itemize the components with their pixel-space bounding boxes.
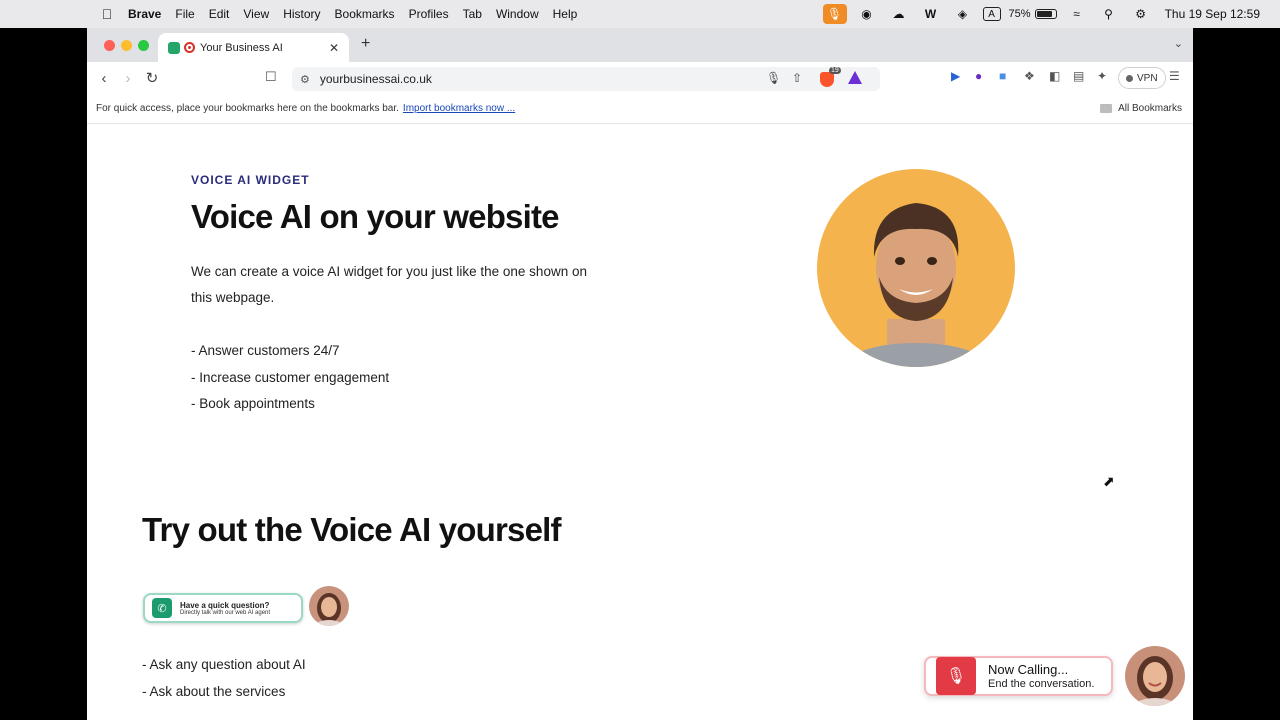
tab-bar: Your Business AI ✕ + ⌄ (87, 28, 1193, 62)
browser-window: Your Business AI ✕ + ⌄ ‹ › ↻ ☐ ⚙ yourbus… (87, 28, 1193, 720)
now-calling-panel[interactable]: 🎙 Now Calling... End the conversation. (924, 656, 1113, 696)
menu-tab[interactable]: Tab (463, 7, 482, 21)
female-agent-avatar[interactable] (309, 586, 349, 626)
extension-purple-icon[interactable]: ● (975, 69, 982, 83)
shield-count-badge: 19 (829, 67, 841, 74)
address-bar[interactable]: ⚙ yourbusinessai.co.uk 🎙 ⇧ 19 (292, 67, 880, 91)
list-item: - Increase customer engagement (191, 369, 390, 385)
benefits-list: - Answer customers 24/7 - Increase custo… (191, 338, 389, 418)
list-item: - Answer customers 24/7 (191, 343, 340, 358)
reload-icon[interactable]: ↻ (140, 69, 164, 87)
list-item: - Ask about the services (142, 683, 286, 699)
section-title: Try out the Voice AI yourself (142, 511, 562, 548)
forward-icon[interactable]: › (116, 70, 140, 87)
minimize-window-button[interactable] (121, 39, 132, 51)
intro-paragraph: We can create a voice AI widget for you … (191, 264, 587, 305)
microphone-icon[interactable]: 🎙 (822, 4, 847, 24)
menu-edit[interactable]: Edit (209, 7, 230, 21)
widget-text: Have a quick question? Directly talk wit… (180, 601, 270, 616)
battery-icon[interactable] (1034, 9, 1057, 19)
record-icon[interactable]: ◉ (855, 4, 879, 24)
menu-file[interactable]: File (175, 7, 194, 21)
menu-window[interactable]: Window (496, 7, 539, 21)
menu-hamburger-icon[interactable]: ☰ (1169, 69, 1180, 83)
menu-help[interactable]: Help (553, 7, 578, 21)
w-app-icon[interactable]: W (919, 4, 943, 24)
list-item: - Book appointments (191, 396, 315, 411)
vpn-button[interactable]: VPN (1118, 67, 1166, 89)
leo-ai-icon[interactable]: ✦ (1097, 69, 1107, 83)
window-controls (104, 39, 155, 51)
all-bookmarks-button[interactable]: All Bookmarks (1100, 103, 1182, 114)
input-source-icon[interactable]: A (982, 7, 1001, 21)
import-bookmarks-link[interactable]: Import bookmarks now ... (403, 103, 515, 114)
control-center-icon[interactable]: ⚙ (1129, 4, 1153, 24)
menu-history[interactable]: History (283, 7, 320, 21)
tab-title: Your Business AI (200, 41, 283, 54)
section-eyebrow: VOICE AI WIDGET (191, 173, 310, 187)
list-item: - Ask any question about AI (142, 657, 306, 672)
bookmarks-bar: For quick access, place your bookmarks h… (87, 94, 1193, 124)
end-conversation-label[interactable]: End the conversation. (988, 678, 1094, 690)
vpn-status-icon (1126, 74, 1133, 82)
extension-blue-icon[interactable]: ■ (999, 69, 1006, 83)
calling-title: Now Calling... (988, 662, 1069, 677)
all-bookmarks-label: All Bookmarks (1118, 103, 1182, 114)
brave-rewards-icon[interactable] (848, 71, 862, 84)
browser-toolbar: ‹ › ↻ ☐ ⚙ yourbusinessai.co.uk 🎙 ⇧ 19 ▶ … (87, 62, 1193, 94)
mic-off-icon[interactable]: 🎙 (936, 657, 976, 695)
menu-bookmarks[interactable]: Bookmarks (335, 7, 395, 21)
recording-indicator-icon (184, 42, 195, 53)
spotlight-search-icon[interactable]: ⚲ (1097, 4, 1121, 24)
page-title: Voice AI on your website (191, 198, 560, 235)
whatsapp-favicon-icon (168, 41, 180, 54)
whatsapp-icon: ✆ (152, 598, 172, 618)
menu-brave[interactable]: Brave (128, 7, 161, 21)
calling-text: Now Calling... End the conversation. (988, 662, 1094, 690)
web-page: VOICE AI WIDGET Voice AI on your website… (87, 124, 1193, 720)
cursor-extension-icon[interactable]: ▶ (951, 69, 960, 83)
wallet-icon[interactable]: ▤ (1073, 69, 1084, 83)
back-icon[interactable]: ‹ (92, 70, 116, 87)
bookmarks-bar-message: For quick access, place your bookmarks h… (96, 103, 399, 114)
tab-list-chevron-icon[interactable]: ⌄ (1174, 37, 1183, 50)
url-text[interactable]: yourbusinessai.co.uk (320, 72, 432, 86)
mouse-pointer-icon: ⬈ (1103, 473, 1115, 489)
menu-clock[interactable]: Thu 19 Sep 12:59 (1165, 7, 1260, 21)
try-list: - Ask any question about AI - Ask about … (142, 652, 306, 705)
zoom-window-button[interactable] (138, 39, 149, 51)
male-avatar-illustration (817, 169, 1015, 367)
airplay-icon[interactable]: ◈ (951, 4, 975, 24)
menu-profiles[interactable]: Profiles (409, 7, 449, 21)
cloud-sync-icon[interactable]: ☁ (887, 4, 911, 24)
bookmark-icon[interactable]: ☐ (265, 69, 277, 85)
share-icon[interactable]: ⇧ (792, 71, 802, 85)
active-tab[interactable]: Your Business AI ✕ (158, 33, 349, 62)
call-agent-avatar[interactable] (1125, 646, 1185, 706)
battery-percent: 75% (1008, 8, 1031, 20)
site-settings-icon[interactable]: ⚙ (300, 73, 310, 86)
status-area: 🎙 ◉ ☁ W ◈ A 75% ≈ ⚲ ⚙ Thu 19 Sep 12:59 (815, 0, 1280, 28)
menu-view[interactable]: View (243, 7, 269, 21)
wifi-icon[interactable]: ≈ (1065, 4, 1089, 24)
new-tab-icon[interactable]: + (361, 35, 370, 53)
sidebar-toggle-icon[interactable]: ◧ (1049, 69, 1060, 83)
extensions-puzzle-icon[interactable]: ❖ (1024, 69, 1035, 83)
widget-line-1: Have a quick question? (180, 600, 270, 610)
folder-icon (1100, 104, 1113, 113)
apple-menu-icon[interactable]:  (98, 6, 116, 22)
close-tab-icon[interactable]: ✕ (329, 41, 339, 55)
voice-widget-button[interactable]: ✆ Have a quick question? Directly talk w… (143, 593, 303, 623)
close-window-button[interactable] (104, 39, 115, 51)
vpn-label: VPN (1137, 72, 1158, 84)
macos-menu-bar:  Brave File Edit View History Bookmarks… (0, 0, 1280, 28)
brave-shields-icon[interactable] (820, 72, 834, 87)
widget-line-2: Directly talk with our web AI agent (180, 609, 271, 616)
voice-search-icon[interactable]: 🎙 (766, 71, 781, 85)
